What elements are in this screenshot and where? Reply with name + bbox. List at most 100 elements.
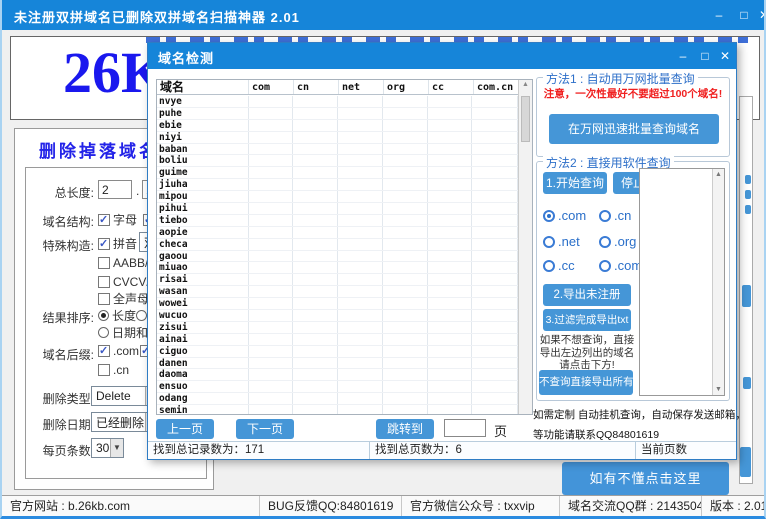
status-cell <box>472 179 518 190</box>
table-row[interactable]: wucuo <box>157 310 518 322</box>
status-cell <box>249 393 294 404</box>
table-row[interactable]: wasan <box>157 286 518 298</box>
radio-circle <box>543 210 555 222</box>
table-scrollbar[interactable]: ▲ <box>518 80 532 414</box>
status-cell <box>472 393 518 404</box>
dialog-minimize-icon[interactable]: – <box>674 48 692 64</box>
export-unregistered-button[interactable]: 2.导出未注册 <box>543 284 631 306</box>
radio-sort-length[interactable]: 长度 <box>98 307 136 324</box>
radio-suffix-cc[interactable]: .cc <box>543 258 575 273</box>
table-row[interactable]: boliu <box>157 155 518 167</box>
table-row[interactable]: danen <box>157 358 518 370</box>
checkbox-letter[interactable]: 字母 <box>98 211 137 228</box>
status-cell <box>428 262 473 273</box>
status-cell <box>428 239 473 250</box>
status-cell <box>249 274 294 285</box>
prev-page-button[interactable]: 上一页 <box>156 419 214 439</box>
radio-suffix-org[interactable]: .org <box>599 234 636 249</box>
checkbox-shengmu[interactable]: 全声母 <box>98 290 149 307</box>
status-cell <box>472 322 518 333</box>
status-cell <box>338 239 383 250</box>
table-row[interactable]: aopie <box>157 227 518 239</box>
table-row[interactable]: miuao <box>157 262 518 274</box>
status-cell <box>249 262 294 273</box>
checkbox-pinyin[interactable]: 拼音 <box>98 235 137 252</box>
table-row[interactable]: niyi <box>157 132 518 144</box>
checkbox-mark <box>98 345 110 357</box>
suffix-label: 域名后缀: <box>30 346 94 363</box>
status-cell <box>293 144 338 155</box>
scroll-up-icon[interactable]: ▲ <box>519 81 532 88</box>
domain-cell: ebie <box>157 120 249 131</box>
status-cell <box>383 167 428 178</box>
table-row[interactable]: baban <box>157 144 518 156</box>
dialog-maximize-icon[interactable]: □ <box>696 48 714 64</box>
table-row[interactable]: daoma <box>157 369 518 381</box>
help-button[interactable]: 如有不懂点击这里 <box>562 462 729 495</box>
checkbox-suffix-com[interactable]: .com <box>98 344 139 358</box>
start-query-button[interactable]: 1.开始查询 <box>543 172 607 194</box>
table-row[interactable]: tiebo <box>157 215 518 227</box>
maximize-icon[interactable]: □ <box>735 7 753 23</box>
table-row[interactable]: ensuo <box>157 381 518 393</box>
domain-cell: jiuha <box>157 179 249 190</box>
status-cell <box>293 369 338 380</box>
table-row[interactable]: nvye <box>157 96 518 108</box>
export-all-button[interactable]: 不查询直接导出所有 <box>539 370 633 395</box>
table-row[interactable]: checa <box>157 239 518 251</box>
method1-group: 方法1 : 自动用万网批量查询 注意，一次性最好不要超过100个域名! 在万网迅… <box>536 77 730 157</box>
wanwang-query-button[interactable]: 在万网迅速批量查询域名 <box>549 114 719 144</box>
status-cell <box>428 167 473 178</box>
listbox-scrollbar[interactable]: ▲ ▼ <box>712 169 724 395</box>
dialog-close-icon[interactable]: ✕ <box>716 48 734 64</box>
minimize-icon[interactable]: – <box>710 7 728 23</box>
filter-export-button[interactable]: 3.过滤完成导出txt <box>543 309 631 331</box>
checkbox-label: .com <box>113 344 139 358</box>
status-cell <box>472 405 518 414</box>
radio-suffix-net[interactable]: .net <box>543 234 580 249</box>
table-row[interactable]: pihui <box>157 203 518 215</box>
status-cell <box>293 310 338 321</box>
table-row[interactable]: risai <box>157 274 518 286</box>
status-cell <box>249 167 294 178</box>
table-row[interactable]: wowei <box>157 298 518 310</box>
status-cell <box>293 405 338 414</box>
status-cell <box>293 358 338 369</box>
radio-label: 长度 <box>112 307 136 324</box>
length-min-input[interactable] <box>98 180 132 199</box>
page-number-input[interactable] <box>444 419 486 437</box>
table-row[interactable]: odang <box>157 393 518 405</box>
status-cell <box>383 144 428 155</box>
table-row[interactable]: guime <box>157 167 518 179</box>
table-row[interactable]: puhe <box>157 108 518 120</box>
table-row[interactable]: ciguo <box>157 346 518 358</box>
per-page-select[interactable]: 30 ▼ <box>91 438 124 458</box>
close-icon[interactable]: ✕ <box>755 7 766 23</box>
table-row[interactable]: ainai <box>157 334 518 346</box>
status-cell <box>383 132 428 143</box>
table-row[interactable]: mipou <box>157 191 518 203</box>
status-cell <box>472 227 518 238</box>
status-cell <box>472 120 518 131</box>
radio-suffix-cn[interactable]: .cn <box>599 208 631 223</box>
table-row[interactable]: gaoou <box>157 251 518 263</box>
next-page-button[interactable]: 下一页 <box>236 419 294 439</box>
length-separator: . <box>136 184 139 198</box>
status-cell <box>383 191 428 202</box>
scroll-up-icon[interactable]: ▲ <box>713 171 724 178</box>
status-cell <box>338 286 383 297</box>
jump-button[interactable]: 跳转到 <box>376 419 434 439</box>
radio-suffix-com[interactable]: .com <box>543 208 586 223</box>
table-row[interactable]: ebie <box>157 120 518 132</box>
scroll-down-icon[interactable]: ▼ <box>713 386 724 393</box>
checkbox-suffix-cn[interactable]: .cn <box>98 363 129 377</box>
scrollbar-thumb[interactable] <box>521 96 530 142</box>
table-row[interactable]: zisui <box>157 322 518 334</box>
status-cell <box>428 96 473 107</box>
status-cell <box>249 227 294 238</box>
result-listbox[interactable]: ▲ ▼ <box>639 168 725 396</box>
table-row[interactable]: jiuha <box>157 179 518 191</box>
status-cell <box>338 227 383 238</box>
table-row[interactable]: semin <box>157 405 518 414</box>
status-cell <box>472 298 518 309</box>
